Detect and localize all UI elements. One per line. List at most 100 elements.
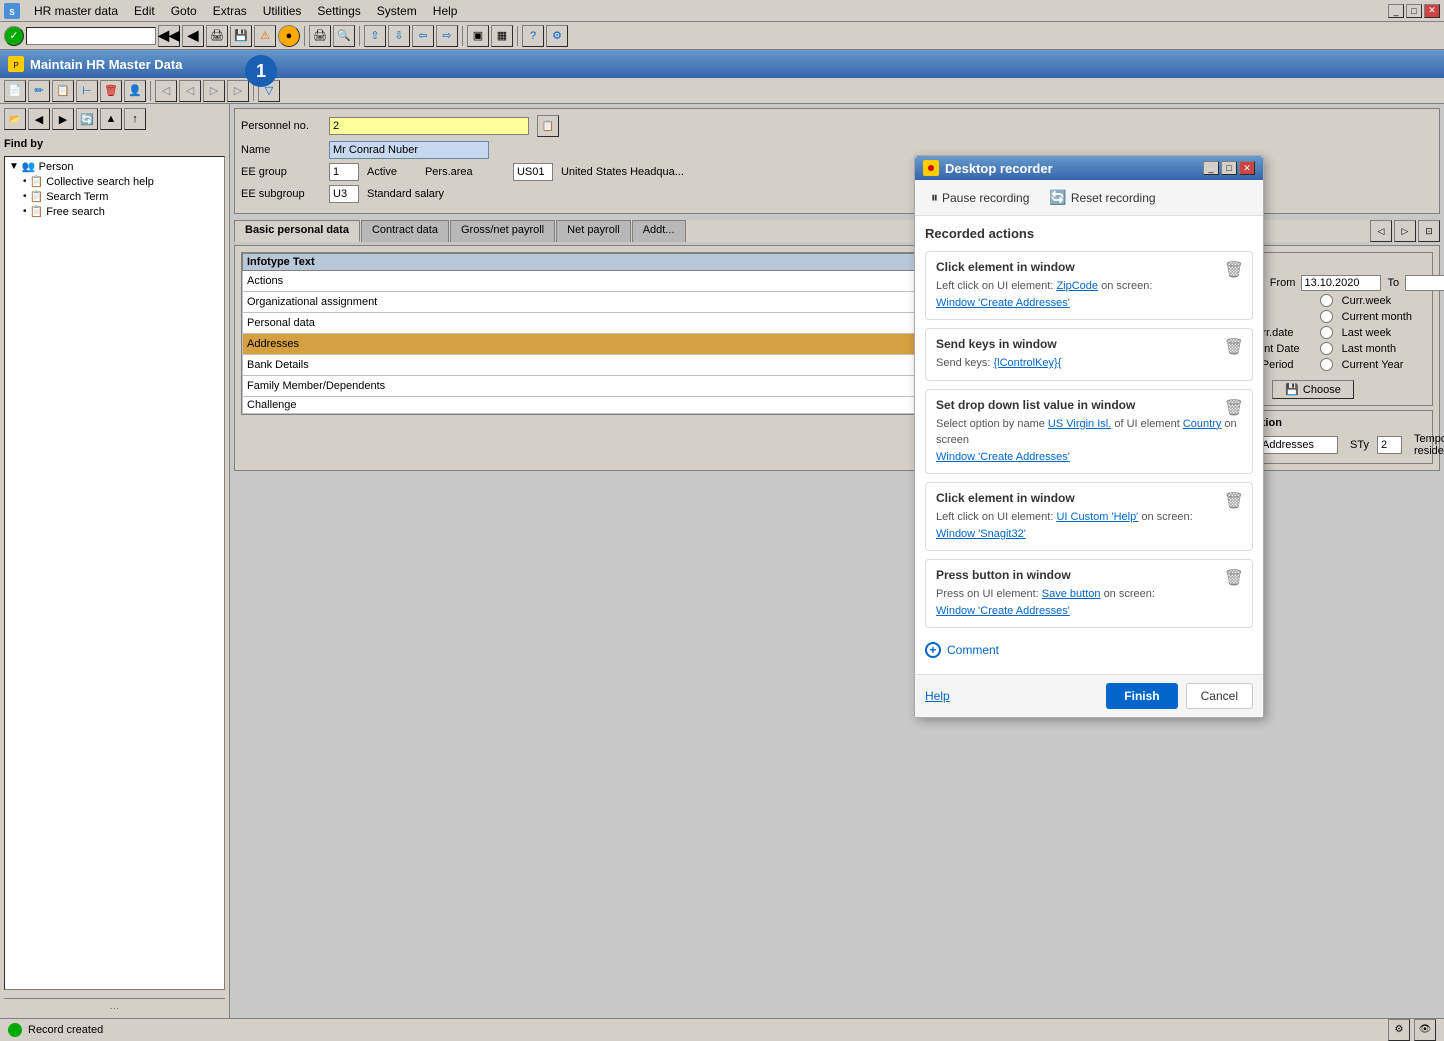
overview-button[interactable]: 👤 [124, 80, 146, 102]
next-record-button[interactable]: ▷ [203, 80, 225, 102]
sidebar-resize-handle[interactable]: ··· [4, 998, 225, 1014]
sidebar-item-collective-search[interactable]: • 📋 Collective search help [7, 174, 222, 189]
menu-system[interactable]: System [369, 2, 425, 20]
delimit-button[interactable]: ⊢ [76, 80, 98, 102]
pause-recording-button[interactable]: ⏸ Pause recording [925, 186, 1035, 209]
period-radio-curr-year[interactable] [1320, 358, 1333, 371]
period-from-input[interactable] [1301, 275, 1381, 291]
minimize-button[interactable]: _ [1388, 4, 1404, 18]
close-button[interactable]: ✕ [1424, 4, 1440, 18]
view1-button[interactable]: ▣ [467, 25, 489, 47]
period-radio-last-month[interactable] [1320, 342, 1333, 355]
search-history-button[interactable]: ◀ [28, 108, 50, 130]
ee-group-input[interactable] [329, 163, 359, 181]
reset-recording-button[interactable]: 🔄 Reset recording [1043, 186, 1161, 209]
menu-settings[interactable]: Settings [309, 2, 368, 20]
collapse-all-button[interactable]: ▲ [100, 108, 122, 130]
tab-net-payroll[interactable]: Net payroll [556, 220, 631, 242]
sidebar-item-search-term[interactable]: • 📋 Search Term [7, 189, 222, 204]
period-radio-curr-month[interactable] [1320, 310, 1333, 323]
nav-left-button[interactable]: ◁ [155, 80, 177, 102]
menu-extras[interactable]: Extras [205, 2, 255, 20]
personnel-lookup-button[interactable]: 📋 [537, 115, 559, 137]
period-radio-last-week[interactable] [1320, 326, 1333, 339]
action-delete-3[interactable]: 🗑 [1224, 398, 1244, 418]
action-text-middle-3: of UI element [1114, 418, 1182, 430]
search-back-button[interactable]: ▶ [52, 108, 74, 130]
search-refresh-button[interactable]: 🔄 [76, 108, 98, 130]
tree-node-person[interactable]: ▼ 👥 Person [7, 159, 222, 174]
view2-button[interactable]: ▦ [491, 25, 513, 47]
choose-button[interactable]: 💾 Choose [1272, 380, 1354, 399]
tab-basic-personal[interactable]: Basic personal data [234, 220, 360, 242]
prev-button[interactable]: ◀ [182, 25, 204, 47]
infotype-input[interactable] [1258, 436, 1338, 454]
cancel-button[interactable]: Cancel [1186, 683, 1253, 709]
tab-contract[interactable]: Contract data [361, 220, 449, 242]
sty-input[interactable] [1377, 436, 1402, 454]
action-element-link-1[interactable]: ZipCode [1056, 280, 1098, 292]
menu-help[interactable]: Help [425, 2, 466, 20]
action-element-link-4[interactable]: UI Custom 'Help' [1056, 511, 1138, 523]
action-delete-2[interactable]: 🗑 [1224, 337, 1244, 357]
recorder-close-button[interactable]: ✕ [1239, 161, 1255, 175]
find-button[interactable]: 🔍 [333, 25, 355, 47]
sidebar-toggle-button[interactable]: 📂 [4, 108, 26, 130]
menu-goto[interactable]: Goto [163, 2, 205, 20]
personnel-no-input[interactable] [329, 117, 529, 135]
expand-all-button[interactable]: ↑ [124, 108, 146, 130]
action-window-link-1[interactable]: Window 'Create Addresses' [936, 297, 1070, 309]
action-delete-1[interactable]: 🗑 [1224, 260, 1244, 280]
finish-button[interactable]: Finish [1106, 683, 1177, 709]
sidebar-item-free-search[interactable]: • 📋 Free search [7, 204, 222, 219]
action-window-link-3[interactable]: Window 'Create Addresses' [936, 451, 1070, 463]
recorder-maximize-button[interactable]: □ [1221, 161, 1237, 175]
action4-button[interactable]: ⇨ [436, 25, 458, 47]
action1-button[interactable]: ⇧ [364, 25, 386, 47]
green-circle-button[interactable]: ● [278, 25, 300, 47]
status-icon2[interactable]: 👁 [1414, 1019, 1436, 1041]
tab-addt[interactable]: Addt... [632, 220, 686, 242]
ee-subgroup-input[interactable] [329, 185, 359, 203]
maximize-button[interactable]: □ [1406, 4, 1422, 18]
pers-area-code-input[interactable] [513, 163, 553, 181]
action2-button[interactable]: ⇩ [388, 25, 410, 47]
copy-button[interactable]: 📋 [52, 80, 74, 102]
nav-right-button[interactable]: ▷ [227, 80, 249, 102]
tab-scroll-left-button[interactable]: ◁ [1370, 220, 1392, 242]
save-local-button[interactable]: 💾 [230, 25, 252, 47]
action-window-link-5[interactable]: Window 'Create Addresses' [936, 605, 1070, 617]
tab-scroll-right-button[interactable]: ▷ [1394, 220, 1416, 242]
action3-button[interactable]: ⇦ [412, 25, 434, 47]
previous-record-button[interactable]: ◁ [179, 80, 201, 102]
save-button[interactable]: ✓ [4, 26, 24, 46]
print-button[interactable]: 🖨 [206, 25, 228, 47]
delete-button[interactable]: 🗑 [100, 80, 122, 102]
help-link[interactable]: Help [925, 689, 950, 703]
tab-gross-net[interactable]: Gross/net payroll [450, 220, 555, 242]
action-delete-5[interactable]: 🗑 [1224, 568, 1244, 588]
print2-button[interactable]: 🖨 [309, 25, 331, 47]
period-radio-curr-week[interactable] [1320, 294, 1333, 307]
tab-expand-button[interactable]: ⊡ [1418, 220, 1440, 242]
config-button[interactable]: ⚙ [546, 25, 568, 47]
create-button[interactable]: 📄 [4, 80, 26, 102]
action-window-link-4[interactable]: Window 'Snagit32' [936, 528, 1026, 540]
period-to-input[interactable] [1405, 275, 1444, 291]
back-nav-button[interactable]: ◀◀ [158, 25, 180, 47]
menu-utilities[interactable]: Utilities [255, 2, 310, 20]
action-element-link-3[interactable]: Country [1183, 418, 1222, 430]
recorder-minimize-button[interactable]: _ [1203, 161, 1219, 175]
action-element-link-5[interactable]: Save button [1042, 588, 1101, 600]
warning-button[interactable]: ⚠ [254, 25, 276, 47]
status-icon1[interactable]: ⚙ [1388, 1019, 1410, 1041]
menu-hr-master-data[interactable]: HR master data [26, 2, 126, 20]
action-delete-4[interactable]: 🗑 [1224, 491, 1244, 511]
help-button[interactable]: ? [522, 25, 544, 47]
menu-edit[interactable]: Edit [126, 2, 163, 20]
edit2-button[interactable]: ✏ [28, 80, 50, 102]
action-keys-link-2[interactable]: {lControlKey}{ [993, 357, 1061, 369]
command-input[interactable] [26, 27, 156, 45]
action-option-link-3[interactable]: US Virgin Isl. [1048, 418, 1111, 430]
comment-button[interactable]: + Comment [925, 636, 1253, 664]
